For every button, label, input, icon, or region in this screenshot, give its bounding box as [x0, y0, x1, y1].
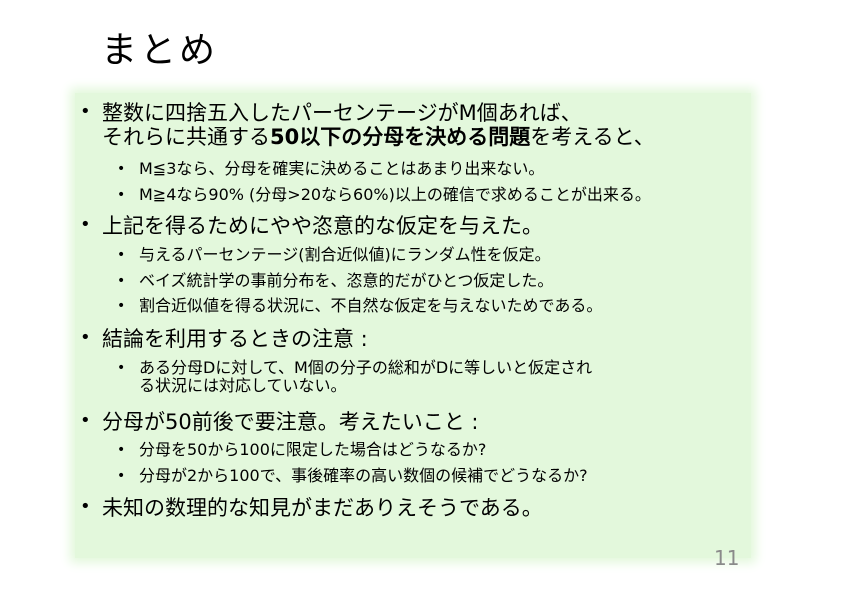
bullet-3-sub-1-text: ある分母Dに対して、M個の分子の総和がDに等しいと仮定され る状況には対応してい…: [139, 358, 593, 396]
bullet-1-sub-1-text: M≦3なら、分母を確実に決めることはあまり出来ない。: [139, 159, 545, 178]
bullet-1-line-2-bold: 50以下の分母を決める問題: [270, 125, 531, 150]
bullet-3-text: 結論を利用するときの注意 :: [102, 327, 368, 351]
bullet-1-line-2-post: を考えると、: [530, 125, 655, 150]
bullet-marker: •: [80, 214, 91, 235]
bullet-marker: •: [80, 101, 91, 122]
bullet-1-line-2-pre: それらに共通する: [102, 125, 270, 150]
bullet-5-text: 未知の数理的な知見がまだありえそうである。: [102, 496, 543, 520]
bullet-marker: •: [80, 496, 91, 517]
bullet-marker: •: [80, 410, 91, 431]
sub-bullet-marker: •: [117, 360, 126, 376]
bullet-2-sub-1-text: 与えるパーセンテージ(割合近似値)にランダム性を仮定。: [139, 245, 551, 264]
bullet-4-sub-2-text: 分母が2から100で、事後確率の高い数個の候補でどうなるか?: [139, 466, 588, 485]
sub-bullet-marker: •: [117, 187, 126, 203]
bullet-1-sub-2-text: M≧4なら90% (分母>20なら60%)以上の確信で求めることが出来る。: [139, 185, 651, 204]
bullet-3-sub-1-line-1: ある分母Dに対して、M個の分子の総和がDに等しいと仮定され: [139, 358, 593, 377]
sub-bullet-marker: •: [117, 161, 126, 177]
bullet-3-sub-1-line-2: る状況には対応していない。: [139, 376, 347, 396]
slide-title: まとめ: [101, 30, 219, 71]
bullet-1-line-1: 整数に四捨五入したパーセンテージがM個あれば、: [102, 101, 582, 125]
bullet-1-text: 整数に四捨五入したパーセンテージがM個あれば、 それらに共通する50以下の分母を…: [102, 101, 655, 149]
bullet-2-sub-2-text: ベイズ統計学の事前分布を、恣意的だがひとつ仮定した。: [139, 271, 554, 290]
sub-bullet-marker: •: [117, 442, 126, 458]
bullet-marker: •: [80, 327, 91, 348]
bullet-1-line-2: それらに共通する50以下の分母を決める問題を考えると、: [102, 125, 655, 149]
bullet-2-sub-3-text: 割合近似値を得る状況に、不自然な仮定を与えないためである。: [139, 296, 603, 315]
bullet-4-text: 分母が50前後で要注意。考えたいこと :: [102, 410, 479, 434]
page-number: 11: [714, 546, 740, 570]
sub-bullet-marker: •: [117, 468, 126, 484]
sub-bullet-marker: •: [117, 247, 126, 263]
sub-bullet-marker: •: [117, 298, 126, 314]
sub-bullet-marker: •: [117, 273, 126, 289]
bullet-2-text: 上記を得るためにやや恣意的な仮定を与えた。: [102, 214, 543, 238]
bullet-4-sub-1-text: 分母を50から100に限定した場合はどうなるか?: [139, 440, 487, 459]
